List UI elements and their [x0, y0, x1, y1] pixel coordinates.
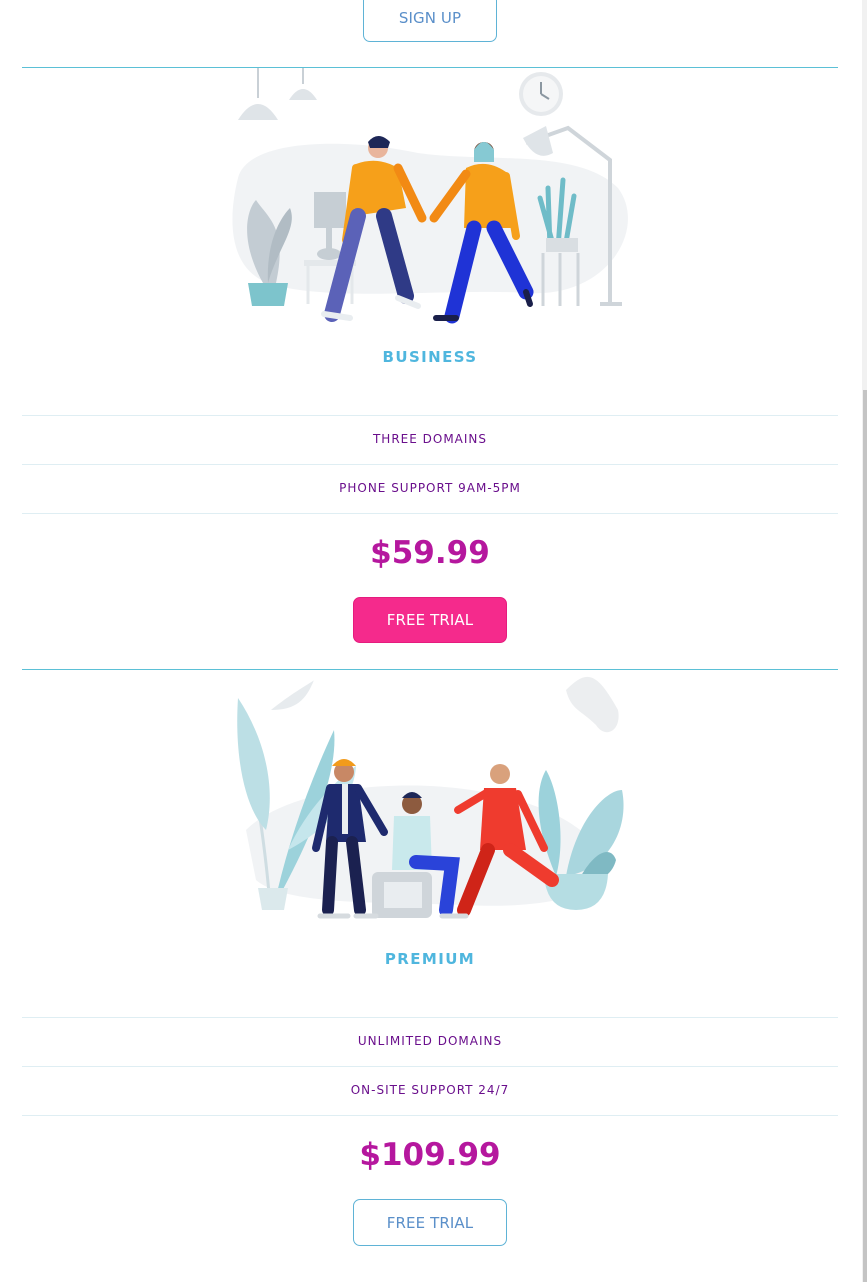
divider	[22, 1017, 838, 1018]
divider	[22, 1066, 838, 1067]
plan-feature: ON-SITE SUPPORT 24/7	[350, 1083, 510, 1097]
sign-up-button[interactable]: SIGN UP	[363, 0, 497, 42]
pricing-page: SIGN UP BUSINESS THREE DOMAINS PHONE SUP…	[0, 0, 867, 1282]
free-trial-button-premium[interactable]: FREE TRIAL	[353, 1199, 507, 1246]
plan-price-business: $59.99	[370, 535, 490, 571]
three-people-meeting-illustration	[237, 676, 624, 919]
plan-title-premium: PREMIUM	[384, 950, 476, 968]
divider	[22, 464, 838, 465]
plan-feature: THREE DOMAINS	[372, 432, 488, 446]
two-people-dancing-illustration	[232, 68, 628, 324]
divider	[22, 513, 838, 514]
plan-title-business: BUSINESS	[382, 348, 478, 366]
scrollbar-thumb[interactable]	[863, 390, 867, 1282]
free-trial-button-business[interactable]: FREE TRIAL	[353, 597, 507, 643]
plan-price-premium: $109.99	[359, 1137, 501, 1173]
plan-feature: UNLIMITED DOMAINS	[357, 1034, 503, 1048]
plan-feature: PHONE SUPPORT 9AM-5PM	[339, 481, 521, 495]
divider	[22, 1115, 838, 1116]
scrollbar-track[interactable]	[862, 0, 867, 1282]
divider	[22, 415, 838, 416]
